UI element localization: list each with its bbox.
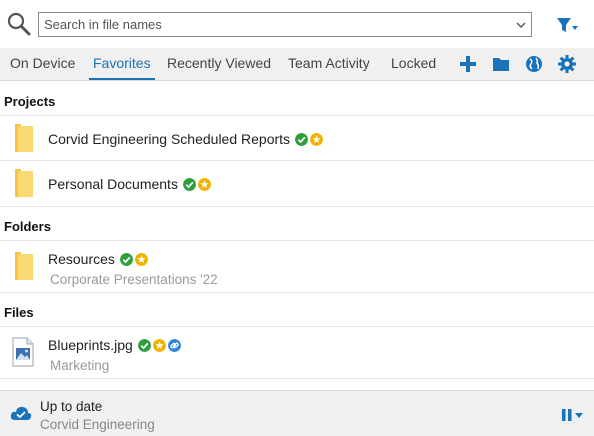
globe-icon[interactable] [524, 54, 544, 74]
list-item[interactable]: Resources Corporate Presentations '22 [0, 240, 594, 293]
check-icon [137, 339, 151, 352]
plus-icon[interactable] [458, 54, 478, 74]
status-subtitle: Corvid Engineering [40, 417, 155, 432]
search-icon[interactable] [6, 11, 32, 37]
tab-favorites[interactable]: Favorites [89, 48, 155, 81]
search-bar [0, 0, 594, 48]
check-icon [119, 253, 133, 266]
gear-icon[interactable] [557, 54, 577, 74]
cloud-sync-icon [10, 406, 32, 420]
search-box[interactable] [38, 12, 532, 37]
list-item[interactable]: Personal Documents [0, 161, 594, 207]
folder-icon [15, 169, 33, 197]
item-title: Corvid Engineering Scheduled Reports [48, 131, 324, 147]
status-title: Up to date [40, 399, 103, 414]
item-title: Personal Documents [48, 176, 211, 192]
star-icon [197, 178, 211, 191]
item-title: Blueprints.jpg [48, 337, 181, 353]
tab-on-device[interactable]: On Device [10, 48, 75, 81]
pause-icon[interactable] [560, 407, 586, 423]
folder-icon [15, 252, 33, 280]
tab-recently-viewed[interactable]: Recently Viewed [167, 48, 271, 81]
chevron-down-icon[interactable] [515, 19, 527, 31]
folder-icon [15, 124, 33, 152]
section-header-files: Files [4, 305, 34, 320]
filter-icon[interactable] [555, 15, 579, 35]
image-file-icon [12, 337, 34, 367]
item-title: Resources [48, 251, 148, 267]
star-icon [310, 133, 324, 146]
star-icon [152, 339, 166, 352]
section-header-folders: Folders [4, 219, 51, 234]
section-header-projects: Projects [4, 94, 56, 109]
search-input[interactable] [39, 13, 499, 36]
item-subtitle: Marketing [50, 358, 110, 373]
list-item[interactable]: Blueprints.jpg Marketing [0, 326, 594, 379]
folder-icon[interactable] [491, 54, 511, 74]
check-icon [182, 178, 196, 191]
tab-locked[interactable]: Locked [391, 48, 436, 81]
tab-team-activity[interactable]: Team Activity [288, 48, 370, 81]
list-item[interactable]: Corvid Engineering Scheduled Reports [0, 115, 594, 161]
link-icon [167, 339, 181, 352]
check-icon [295, 133, 309, 146]
star-icon [134, 253, 148, 266]
item-subtitle: Corporate Presentations '22 [50, 272, 218, 287]
status-bar: Up to date Corvid Engineering [0, 390, 594, 436]
